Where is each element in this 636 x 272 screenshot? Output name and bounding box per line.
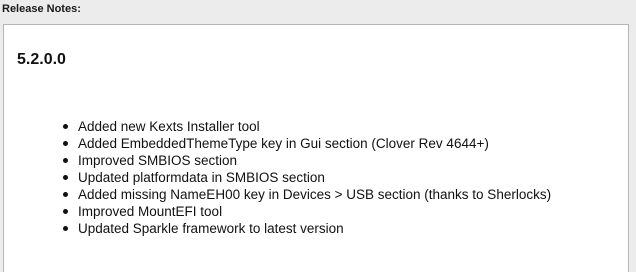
list-item: Added EmbeddedThemeType key in Gui secti… [52, 135, 612, 152]
release-notes-label: Release Notes: [2, 3, 81, 15]
list-item-text: Improved SMBIOS section [78, 153, 238, 168]
list-item-text: Added new Kexts Installer tool [78, 119, 260, 134]
bullet-icon [63, 141, 68, 146]
bullet-icon [63, 124, 68, 129]
list-item-text: Added EmbeddedThemeType key in Gui secti… [78, 136, 489, 151]
list-item: Improved MountEFI tool [52, 203, 612, 220]
bullet-icon [63, 158, 68, 163]
bullet-icon [63, 192, 68, 197]
bullet-icon [63, 226, 68, 231]
release-notes-window: Release Notes: 5.2.0.0 Added new Kexts I… [0, 0, 636, 272]
list-item-text: Updated Sparkle framework to latest vers… [78, 221, 344, 236]
list-item: Added new Kexts Installer tool [52, 118, 612, 135]
list-item: Added missing NameEH00 key in Devices > … [52, 186, 612, 203]
version-heading: 5.2.0.0 [17, 51, 66, 68]
release-notes-panel[interactable]: 5.2.0.0 Added new Kexts Installer tool A… [3, 24, 629, 272]
list-item: Improved SMBIOS section [52, 152, 612, 169]
list-item-text: Improved MountEFI tool [78, 204, 223, 219]
list-item: Updated platformdata in SMBIOS section [52, 169, 612, 186]
list-item: Updated Sparkle framework to latest vers… [52, 220, 612, 237]
bullet-icon [63, 209, 68, 214]
bullet-icon [63, 175, 68, 180]
list-item-text: Updated platformdata in SMBIOS section [78, 170, 325, 185]
list-item-text: Added missing NameEH00 key in Devices > … [78, 187, 552, 202]
release-notes-list: Added new Kexts Installer tool Added Emb… [52, 118, 612, 237]
